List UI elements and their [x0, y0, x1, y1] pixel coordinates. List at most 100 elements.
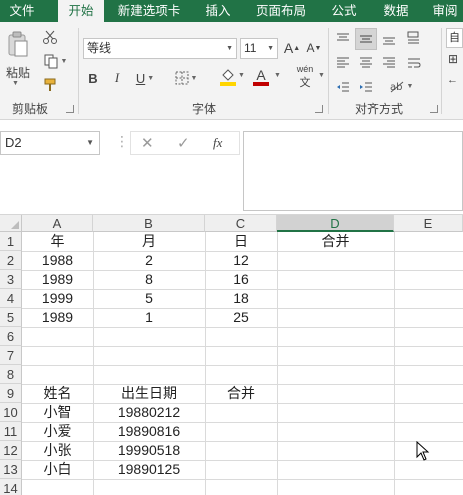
cell-c1[interactable]: 日 — [205, 232, 277, 251]
cell-b4[interactable]: 5 — [93, 289, 205, 308]
increase-font-icon[interactable]: A ▲ — [283, 38, 301, 58]
phonetic-icon[interactable]: wén 文 — [290, 64, 320, 89]
increase-indent-icon[interactable] — [357, 78, 375, 96]
text-direction-icon[interactable]: ab▼ — [384, 76, 418, 96]
cell-c2[interactable]: 12 — [205, 251, 277, 270]
cell-a13[interactable]: 小白 — [22, 460, 93, 479]
cell-a12[interactable]: 小张 — [22, 441, 93, 460]
chevron-down-icon[interactable]: ▼ — [267, 39, 274, 58]
cell-c3[interactable]: 16 — [205, 270, 277, 289]
merge-center-icon[interactable]: ⊞ — [448, 52, 458, 66]
cell-a4[interactable]: 1999 — [22, 289, 93, 308]
clipboard-launcher-icon[interactable] — [66, 105, 74, 113]
tab-file[interactable]: 文件 — [0, 0, 44, 22]
wrap-text-button[interactable]: 自 — [446, 28, 463, 48]
cell-c5[interactable]: 25 — [205, 308, 277, 327]
fill-color-dropdown-icon[interactable]: ▼ — [238, 72, 245, 79]
tab-new-tab[interactable]: 新建选项卡 — [112, 0, 186, 22]
align-middle-icon[interactable] — [355, 28, 377, 50]
row-header-9[interactable]: 9 — [0, 384, 22, 403]
row-header-10[interactable]: 10 — [0, 403, 22, 422]
chevron-down-icon[interactable]: ▼ — [86, 132, 94, 154]
cell-a2[interactable]: 1988 — [22, 251, 93, 270]
cell-a1[interactable]: 年 — [22, 232, 93, 251]
phonetic-dropdown-icon[interactable]: ▼ — [318, 72, 325, 79]
cell-c4[interactable]: 18 — [205, 289, 277, 308]
cell-b11[interactable]: 19890816 — [93, 422, 205, 441]
row-header-5[interactable]: 5 — [0, 308, 22, 327]
indent-arrow-icon[interactable]: ← — [447, 74, 458, 86]
row-header-6[interactable]: 6 — [0, 327, 22, 346]
alignment-launcher-icon[interactable] — [430, 105, 438, 113]
insert-function-icon[interactable]: fx — [213, 135, 222, 151]
cell-b2[interactable]: 2 — [93, 251, 205, 270]
copy-icon[interactable]: ▼ — [40, 52, 70, 70]
cell-c9[interactable]: 合并 — [205, 384, 277, 403]
cancel-icon[interactable]: ✕ — [141, 134, 154, 152]
format-painter-icon[interactable] — [40, 76, 60, 94]
tab-data[interactable]: 数据 — [374, 0, 418, 22]
tab-page-layout[interactable]: 页面布局 — [250, 0, 312, 22]
cell-b12[interactable]: 19990518 — [93, 441, 205, 460]
align-center-icon[interactable] — [357, 54, 375, 72]
cell-b13[interactable]: 19890125 — [93, 460, 205, 479]
row-header-4[interactable]: 4 — [0, 289, 22, 308]
italic-button[interactable]: I — [108, 68, 126, 88]
chevron-down-icon[interactable]: ▼ — [226, 39, 233, 58]
paste-dropdown-icon[interactable]: ▼ — [12, 80, 19, 87]
cell-b3[interactable]: 8 — [93, 270, 205, 289]
tab-insert[interactable]: 插入 — [196, 0, 240, 22]
tab-home[interactable]: 开始 — [58, 0, 104, 22]
cell-a9[interactable]: 姓名 — [22, 384, 93, 403]
cell-d2[interactable] — [277, 251, 394, 270]
cell-b10[interactable]: 19880212 — [93, 403, 205, 422]
paste-icon[interactable] — [4, 30, 32, 60]
font-size-combo[interactable]: 11 ▼ — [240, 38, 278, 59]
tab-formulas[interactable]: 公式 — [322, 0, 366, 22]
align-top-icon[interactable] — [334, 30, 352, 48]
column-header-c[interactable]: C — [205, 215, 277, 232]
row-header-14[interactable]: 14 — [0, 479, 22, 495]
row-header-1[interactable]: 1 — [0, 232, 22, 251]
row-header-3[interactable]: 3 — [0, 270, 22, 289]
formula-bar-grip-icon[interactable]: ⋮ — [115, 133, 129, 150]
cell-a10[interactable]: 小智 — [22, 403, 93, 422]
row-header-7[interactable]: 7 — [0, 346, 22, 365]
wrap-text-icon[interactable] — [404, 54, 424, 72]
underline-button[interactable]: U ▼ — [130, 68, 160, 88]
cell-d1[interactable]: 合并 — [277, 232, 394, 251]
font-launcher-icon[interactable] — [315, 105, 323, 113]
cell-a3[interactable]: 1989 — [22, 270, 93, 289]
row-header-2[interactable]: 2 — [0, 251, 22, 270]
row-header-12[interactable]: 12 — [0, 441, 22, 460]
row-header-11[interactable]: 11 — [0, 422, 22, 441]
name-box[interactable]: D2 ▼ — [0, 131, 100, 155]
decrease-indent-icon[interactable] — [334, 78, 352, 96]
paste-label[interactable]: 粘贴 — [4, 64, 32, 81]
formula-input[interactable] — [243, 131, 463, 211]
align-right-icon[interactable] — [380, 54, 398, 72]
cell-b9[interactable]: 出生日期 — [93, 384, 205, 403]
cell-b1[interactable]: 月 — [93, 232, 205, 251]
column-header-e[interactable]: E — [394, 215, 463, 232]
tab-review[interactable]: 审阅 — [424, 0, 463, 22]
row-header-8[interactable]: 8 — [0, 365, 22, 384]
align-bottom-icon[interactable] — [380, 30, 398, 48]
enter-icon[interactable]: ✓ — [177, 134, 190, 152]
font-color-dropdown-icon[interactable]: ▼ — [274, 72, 281, 79]
align-left-icon[interactable] — [334, 54, 352, 72]
cut-icon[interactable] — [40, 28, 60, 46]
select-all-corner[interactable] — [0, 215, 22, 232]
bold-button[interactable]: B — [84, 68, 102, 88]
column-header-a[interactable]: A — [22, 215, 93, 232]
orientation-icon[interactable] — [404, 28, 424, 48]
cell-a11[interactable]: 小爱 — [22, 422, 93, 441]
column-header-b[interactable]: B — [93, 215, 205, 232]
font-color-icon[interactable]: A — [250, 66, 272, 88]
column-header-d[interactable]: D — [277, 215, 394, 232]
row-header-13[interactable]: 13 — [0, 460, 22, 479]
borders-icon[interactable]: ▼ — [170, 68, 202, 88]
cell-a5[interactable]: 1989 — [22, 308, 93, 327]
font-name-combo[interactable]: 等线 ▼ — [83, 38, 237, 59]
cell-b5[interactable]: 1 — [93, 308, 205, 327]
